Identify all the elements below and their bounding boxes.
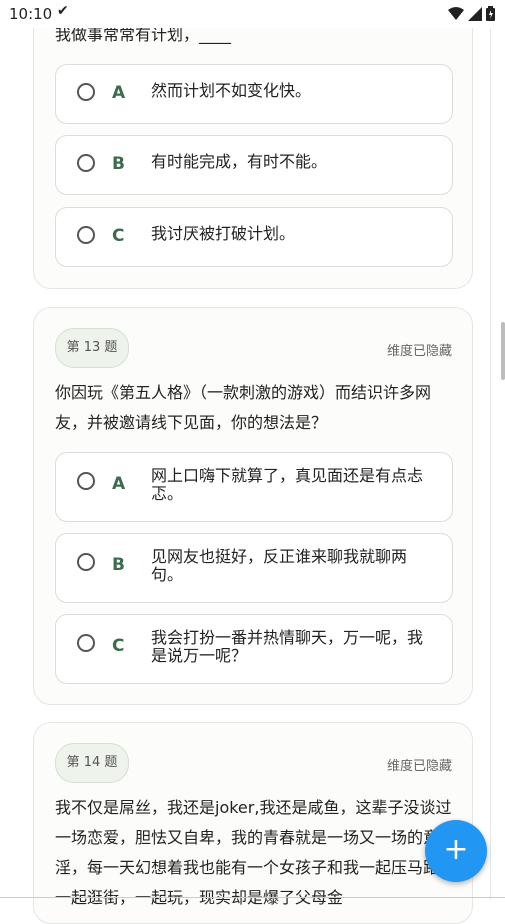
option-c[interactable]: C 我会打扮一番并热情聊天，万一呢，我是说万一呢？ [55,614,453,684]
bottom-divider [0,897,505,898]
question-number-badge: 第 14 题 [55,743,129,783]
option-c[interactable]: C 我讨厌被打破计划。 [55,207,453,267]
option-a[interactable]: A 然而计划不如变化快。 [55,64,453,124]
option-b[interactable]: B 有时能完成，有时不能。 [55,135,453,195]
wifi-icon [448,6,464,20]
option-text: 我讨厌被打破计划。 [151,224,296,243]
signal-icon [468,6,482,21]
radio-icon[interactable] [77,226,95,244]
status-time: 10:10 [9,5,53,23]
option-letter: B [112,154,125,174]
option-letter: A [112,474,126,494]
status-icons [448,6,495,21]
option-a[interactable]: A 网上口嗨下就算了，真见面还是有点忐忑。 [55,452,453,522]
option-letter: C [112,636,125,656]
option-letter: B [112,555,125,575]
option-text: 然而计划不如变化快。 [151,81,312,100]
radio-icon[interactable] [77,83,95,101]
question-card-12: 我做事常常有计划，____ A 然而计划不如变化快。 B 有时能完成，有时不能。… [33,0,473,289]
option-b[interactable]: B 见网友也挺好，反正谁来聊我就聊两句。 [55,533,453,603]
download-done-icon: ✔ [57,3,69,19]
question-text: 我不仅是屌丝，我还是joker,我还是咸鱼，这辈子没谈过一场恋爱，胆怯又自卑，我… [55,798,456,907]
question-card-14: 第 14 题 维度已隐藏 我不仅是屌丝，我还是joker,我还是咸鱼，这辈子没谈… [33,722,473,924]
radio-icon[interactable] [77,634,95,652]
option-text: 我会打扮一番并热情聊天，万一呢，我是说万一呢？ [151,628,424,665]
question-card-13: 第 13 题 维度已隐藏 你因玩《第五人格》（一款刺激的游戏）而结识许多网友，并… [33,307,473,705]
dimension-status: 维度已隐藏 [386,759,452,774]
scrollbar[interactable] [501,322,505,380]
status-bar: 10:10 ✔ [0,0,505,28]
content-edge [490,28,491,900]
question-text: 你因玩《第五人格》（一款刺激的游戏）而结识许多网友，并被邀请线下见面，你的想法是… [55,383,432,432]
add-button[interactable]: + [425,820,487,882]
option-letter: C [112,226,125,246]
radio-icon[interactable] [77,553,95,571]
radio-icon[interactable] [77,472,95,490]
question-number-badge: 第 13 题 [55,328,129,368]
option-text: 见网友也挺好，反正谁来聊我就聊两句。 [151,547,408,584]
battery-icon [486,6,495,21]
radio-icon[interactable] [77,154,95,172]
dimension-status: 维度已隐藏 [386,344,452,359]
option-text: 有时能完成，有时不能。 [151,152,328,171]
option-letter: A [112,83,126,103]
option-text: 网上口嗨下就算了，真见面还是有点忐忑。 [151,466,424,503]
